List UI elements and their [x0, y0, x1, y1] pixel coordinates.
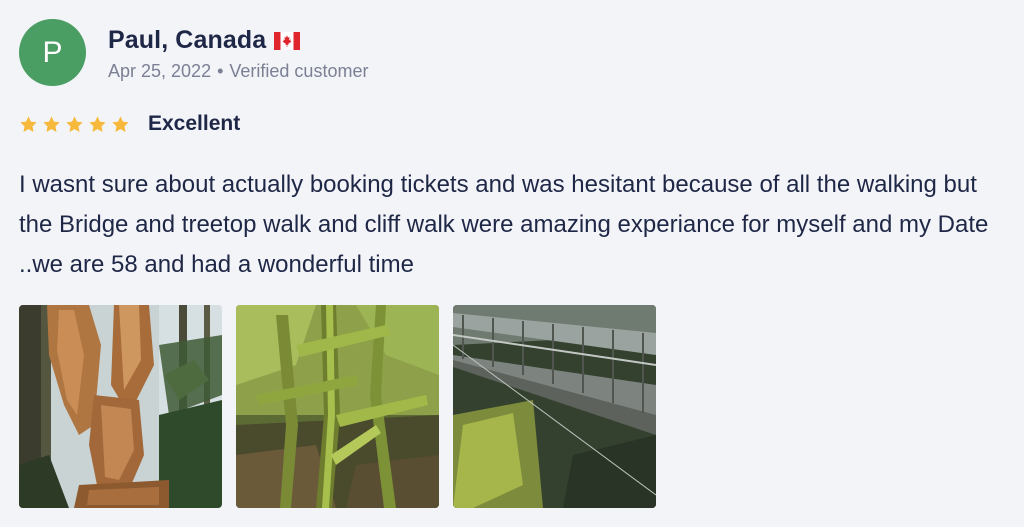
- review-photo[interactable]: [236, 305, 439, 508]
- cliffwalk-bridge-photo: [453, 305, 656, 508]
- mossy-trees-forest-photo: [236, 305, 439, 508]
- review-photo[interactable]: [453, 305, 656, 508]
- star-icon: [20, 115, 37, 132]
- review-text: I wasnt sure about actually booking tick…: [19, 171, 989, 278]
- review-photo[interactable]: [19, 305, 222, 508]
- canada-flag-icon: [274, 32, 301, 50]
- rating: Excellent: [19, 111, 240, 137]
- meta-separator: •: [217, 61, 224, 81]
- review-photos: [19, 305, 656, 508]
- review-date: Apr 25, 2022: [108, 61, 212, 81]
- star-icon: [89, 115, 106, 132]
- star-icon: [112, 115, 129, 132]
- reviewer-header: Paul, Canada: [108, 24, 301, 56]
- star-icon: [43, 115, 60, 132]
- reviewer-name: Paul, Canada: [108, 25, 267, 54]
- avatar: P: [19, 19, 86, 86]
- star-rating: [19, 115, 130, 134]
- rating-label: Excellent: [148, 112, 241, 135]
- review-card: P Paul, Canada Apr 25, 2022 • Verified c…: [0, 0, 1024, 527]
- wooden-eagle-carving-photo: [19, 305, 222, 508]
- review-meta: Apr 25, 2022 • Verified customer: [108, 61, 368, 82]
- verified-status: Verified customer: [229, 61, 369, 81]
- star-icon: [66, 115, 83, 132]
